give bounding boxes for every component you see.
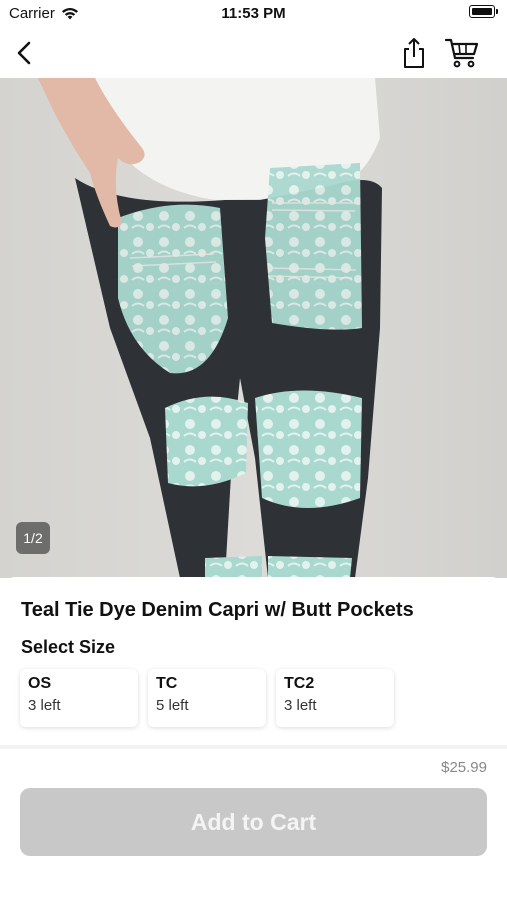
size-name: OS — [28, 675, 52, 692]
cart-button[interactable] — [444, 37, 480, 69]
battery-icon — [469, 5, 498, 18]
product-sheet: Teal Tie Dye Denim Capri w/ Butt Pockets… — [0, 577, 507, 900]
size-stock: 3 left — [284, 697, 317, 714]
share-button[interactable] — [399, 36, 429, 70]
chevron-left-icon — [17, 41, 31, 65]
size-options: OS 3 left TC 5 left TC2 3 left — [20, 669, 394, 727]
back-button[interactable] — [12, 38, 40, 68]
size-option-tc2[interactable]: TC2 3 left — [276, 669, 394, 727]
status-bar: Carrier 11:53 PM — [0, 0, 507, 28]
select-size-label: Select Size — [21, 637, 116, 657]
price-label: $25.99 — [441, 759, 487, 776]
size-option-tc[interactable]: TC 5 left — [148, 669, 266, 727]
size-name: TC — [156, 675, 178, 692]
divider — [0, 745, 507, 749]
image-counter: 1/2 — [16, 522, 50, 554]
status-right — [469, 5, 498, 18]
product-photo — [38, 78, 382, 578]
product-title: Teal Tie Dye Denim Capri w/ Butt Pockets — [21, 599, 414, 621]
size-stock: 3 left — [28, 697, 61, 714]
nav-bar — [0, 28, 507, 78]
cart-icon — [444, 38, 479, 68]
size-option-os[interactable]: OS 3 left — [20, 669, 138, 727]
status-time: 11:53 PM — [221, 5, 286, 22]
share-icon — [404, 38, 424, 68]
size-stock: 5 left — [156, 697, 189, 714]
size-name: TC2 — [284, 675, 315, 692]
add-to-cart-button[interactable]: Add to Cart — [20, 788, 487, 856]
product-image[interactable]: 1/2 — [0, 78, 507, 578]
